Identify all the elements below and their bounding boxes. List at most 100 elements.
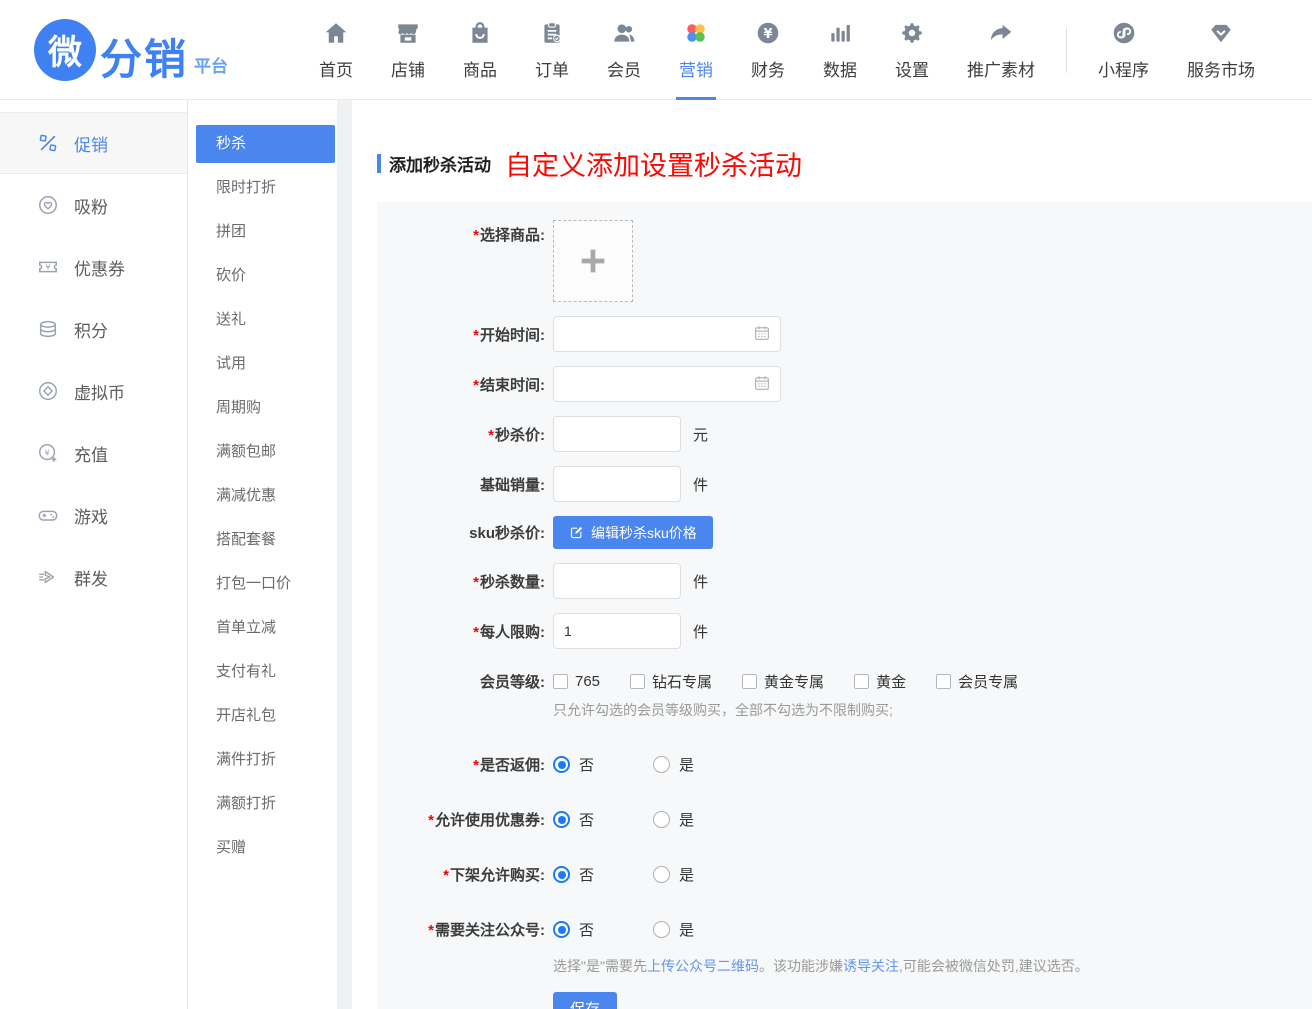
follow-official-note: 选择"是"需要先上传公众号二维码。该功能涉嫌诱导关注,可能会被微信处罚,建议选否… [553,956,1312,976]
member-level-option[interactable]: 钻石专属 [630,671,712,692]
submenu-item-bargain[interactable]: 砍价 [188,254,337,298]
broadcast-icon [36,565,60,589]
edit-sku-price-button[interactable]: 编辑秒杀sku价格 [553,516,713,549]
submenu-item-period-buy[interactable]: 周期购 [188,386,337,430]
nav-item-service-market[interactable]: 服务市场 [1168,0,1274,100]
base-sales-label: 基础销量: [377,474,545,495]
seckill-price-label: *秒杀价: [377,424,545,445]
radio-option-no[interactable]: 否 [553,754,653,775]
svg-text:¥: ¥ [45,262,50,272]
submenu-item-pay-gift[interactable]: 支付有礼 [188,650,337,694]
radio-option-yes[interactable]: 是 [653,919,753,940]
member-level-option[interactable]: 黄金专属 [742,671,824,692]
svg-text:¥: ¥ [763,27,772,42]
unit-suffix: 件 [693,621,708,642]
sidebar-item-points[interactable]: 积分 [0,298,187,360]
calendar-icon[interactable] [753,324,771,347]
submenu-item-amount-discount[interactable]: 满额打折 [188,782,337,826]
seckill-qty-input[interactable] [553,563,681,599]
attract-fans-icon [36,193,60,217]
submenu-item-first-order[interactable]: 首单立减 [188,606,337,650]
radio-option-no[interactable]: 否 [553,864,653,885]
submenu-item-group-buy[interactable]: 拼团 [188,210,337,254]
submenu-item-trial[interactable]: 试用 [188,342,337,386]
per-limit-input[interactable] [553,613,681,649]
marketing-icon [682,18,710,48]
members-icon [611,18,637,48]
nav-item-marketing[interactable]: 营销 [660,0,732,100]
form-row-start-time: *开始时间: [377,316,1312,352]
checkbox[interactable] [854,674,869,689]
offshelf-buy-label: *下架允许购买: [377,864,545,885]
sidebar-item-coupon[interactable]: ¥ 优惠券 [0,236,187,298]
sidebar-item-virtual-coin[interactable]: 虚拟币 [0,360,187,422]
form-row-follow-official: *需要关注公众号: 否 是 [377,919,1312,940]
checkbox[interactable] [742,674,757,689]
sidebar-item-attract-fans[interactable]: 吸粉 [0,174,187,236]
checkbox[interactable] [936,674,951,689]
nav-item-shop[interactable]: 店铺 [372,0,444,100]
radio-option-no[interactable]: 否 [553,809,653,830]
select-product-button[interactable] [553,220,633,302]
checkbox[interactable] [630,674,645,689]
game-icon [36,503,60,527]
radio-option-yes[interactable]: 是 [653,864,753,885]
submenu-item-discount-over[interactable]: 满减优惠 [188,474,337,518]
base-sales-input[interactable] [553,466,681,502]
submenu-item-piece-discount[interactable]: 满件打折 [188,738,337,782]
sidebar-item-game[interactable]: 游戏 [0,484,187,546]
goods-icon [467,18,493,48]
member-level-option[interactable]: 黄金 [854,671,906,692]
nav-item-miniprogram[interactable]: 小程序 [1079,0,1168,100]
submenu-item-gift[interactable]: 送礼 [188,298,337,342]
nav-item-goods[interactable]: 商品 [444,0,516,100]
sidebar-item-broadcast[interactable]: 群发 [0,546,187,608]
recharge-icon: ¥ [36,441,60,465]
radio-option-yes[interactable]: 是 [653,809,753,830]
calendar-icon[interactable] [753,374,771,397]
sidebar-item-promotion[interactable]: 促销 [0,112,187,174]
end-time-input[interactable] [553,366,781,402]
radio-option-yes[interactable]: 是 [653,754,753,775]
sidebar-item-recharge[interactable]: ¥ 充值 [0,422,187,484]
miniprogram-icon [1111,18,1137,48]
active-nav-underline [676,97,716,100]
nav-item-home[interactable]: 首页 [300,0,372,100]
submenu-item-buy-gift[interactable]: 买赠 [188,826,337,870]
submenu-item-bundle-price[interactable]: 打包一口价 [188,562,337,606]
submenu-item-shop-gift[interactable]: 开店礼包 [188,694,337,738]
edit-icon [569,525,584,540]
form-row-allow-coupon: *允许使用优惠券: 否 是 [377,809,1312,830]
start-time-input[interactable] [553,316,781,352]
nav-item-finance[interactable]: ¥ 财务 [732,0,804,100]
radio-icon [553,811,570,828]
nav-item-data[interactable]: 数据 [804,0,876,100]
member-level-label: 会员等级: [377,671,545,692]
radio-icon [653,811,670,828]
finance-icon: ¥ [755,18,781,48]
induce-follow-link[interactable]: 诱导关注 [843,958,899,974]
seckill-price-input[interactable] [553,416,681,452]
member-level-option[interactable]: 765 [553,673,600,690]
radio-option-no[interactable]: 否 [553,919,653,940]
upload-qrcode-link[interactable]: 上传公众号二维码 [647,958,759,974]
form-row-sku-price: sku秒杀价: 编辑秒杀sku价格 [377,516,1312,549]
nav-item-settings[interactable]: 设置 [876,0,948,100]
submenu-item-limited-discount[interactable]: 限时打折 [188,166,337,210]
checkbox[interactable] [553,674,568,689]
product-label: *选择商品: [377,224,545,245]
nav-item-orders[interactable]: 订单 [516,0,588,100]
member-level-option[interactable]: 会员专属 [936,671,1018,692]
save-button[interactable]: 保存 [553,992,617,1009]
nav-item-promo-materials[interactable]: 推广素材 [948,0,1054,100]
submenu-item-seckill[interactable]: 秒杀 [196,125,335,163]
unit-suffix: 件 [693,474,708,495]
promotion-icon [36,131,60,155]
submenu-item-free-shipping[interactable]: 满额包邮 [188,430,337,474]
nav-item-members[interactable]: 会员 [588,0,660,100]
unit-suffix: 元 [693,424,708,445]
submenu-item-combo[interactable]: 搭配套餐 [188,518,337,562]
logo-suffix-text: 平台 [194,52,228,77]
radio-icon [553,866,570,883]
seckill-form: *选择商品: *开始时间: [377,202,1312,1009]
